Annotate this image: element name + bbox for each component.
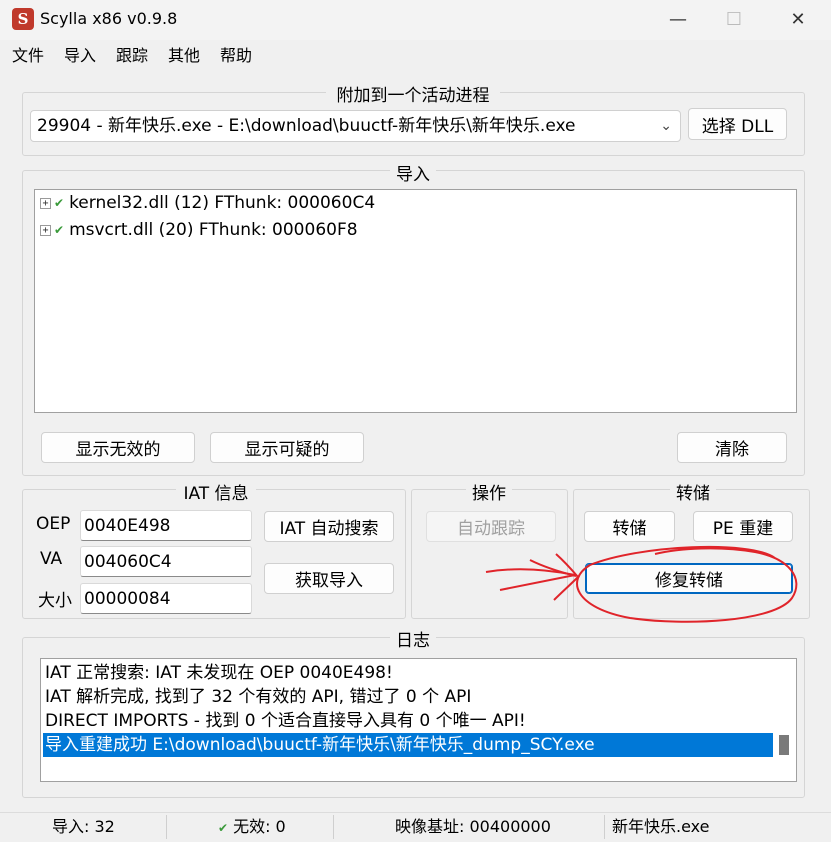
minimize-button[interactable]: — [650, 0, 706, 40]
dump-title: 转储 [670, 479, 716, 504]
menu-imports[interactable]: 导入 [64, 42, 96, 66]
chevron-down-icon: ⌄ [660, 118, 672, 134]
iat-info-title: IAT 信息 [176, 479, 256, 504]
get-imports-button[interactable]: 获取导入 [264, 563, 394, 594]
tree-item-label: kernel32.dll (12) FThunk: 000060C4 [69, 193, 376, 213]
process-select[interactable]: 29904 - 新年快乐.exe - E:\download\buuctf-新年… [30, 110, 681, 142]
scylla-app-icon: S [12, 8, 34, 30]
imports-title: 导入 [390, 160, 436, 185]
expand-icon[interactable]: + [40, 224, 51, 236]
status-invalid-count: ✔ 无效: 0 [218, 814, 286, 840]
status-imports-count: 导入: 32 [52, 817, 115, 836]
log-line-selected[interactable]: 导入重建成功 E:\download\buuctf-新年快乐\新年快乐_dump… [43, 733, 773, 757]
menu-help[interactable]: 帮助 [220, 42, 252, 66]
log-title: 日志 [390, 626, 436, 651]
menu-trace[interactable]: 跟踪 [116, 42, 148, 66]
log-line[interactable]: IAT 正常搜索: IAT 未发现在 OEP 0040E498! [43, 661, 773, 685]
expand-icon[interactable]: + [40, 197, 51, 209]
valid-check-icon: ✔ [54, 223, 65, 237]
tree-item[interactable]: + ✔ kernel32.dll (12) FThunk: 000060C4 [40, 190, 375, 216]
pick-dll-button[interactable]: 选择 DLL [688, 108, 787, 140]
clear-button[interactable]: 清除 [677, 432, 787, 463]
log-line[interactable]: DIRECT IMPORTS - 找到 0 个适合直接导入具有 0 个唯一 AP… [43, 709, 773, 733]
close-button[interactable]: ✕ [770, 0, 826, 40]
maximize-button[interactable]: ☐ [706, 0, 762, 40]
valid-check-icon: ✔ [54, 196, 65, 210]
menu-file[interactable]: 文件 [12, 42, 44, 66]
red-annotation-circle-arrow [485, 545, 798, 623]
log-list[interactable]: IAT 正常搜索: IAT 未发现在 OEP 0040E498! IAT 解析完… [40, 658, 797, 782]
size-field[interactable]: 00000084 [80, 583, 252, 614]
tree-item[interactable]: + ✔ msvcrt.dll (20) FThunk: 000060F8 [40, 217, 358, 243]
log-scrollbar-thumb[interactable] [779, 735, 789, 755]
va-label: VA [40, 549, 63, 569]
status-module-name: 新年快乐.exe [612, 817, 710, 836]
attach-process-title: 附加到一个活动进程 [326, 81, 500, 106]
oep-label: OEP [36, 514, 71, 534]
status-invalid-text: 无效: 0 [233, 817, 286, 836]
oep-field[interactable]: 0040E498 [80, 510, 252, 541]
size-label: 大小 [38, 591, 72, 611]
show-suspect-button[interactable]: 显示可疑的 [210, 432, 364, 463]
valid-check-icon: ✔ [218, 821, 229, 835]
status-divider [333, 815, 334, 839]
tree-item-label: msvcrt.dll (20) FThunk: 000060F8 [69, 220, 358, 240]
show-invalid-button[interactable]: 显示无效的 [41, 432, 195, 463]
menu-misc[interactable]: 其他 [168, 42, 200, 66]
window-title: Scylla x86 v0.9.8 [40, 9, 178, 28]
status-divider [166, 815, 167, 839]
status-divider [604, 815, 605, 839]
process-select-value: 29904 - 新年快乐.exe - E:\download\buuctf-新年… [37, 116, 576, 136]
status-image-base: 映像基址: 00400000 [395, 817, 551, 836]
iat-autosearch-button[interactable]: IAT 自动搜索 [264, 511, 394, 542]
va-field[interactable]: 004060C4 [80, 546, 252, 577]
actions-title: 操作 [466, 479, 512, 504]
log-line[interactable]: IAT 解析完成, 找到了 32 个有效的 API, 错过了 0 个 API [43, 685, 773, 709]
